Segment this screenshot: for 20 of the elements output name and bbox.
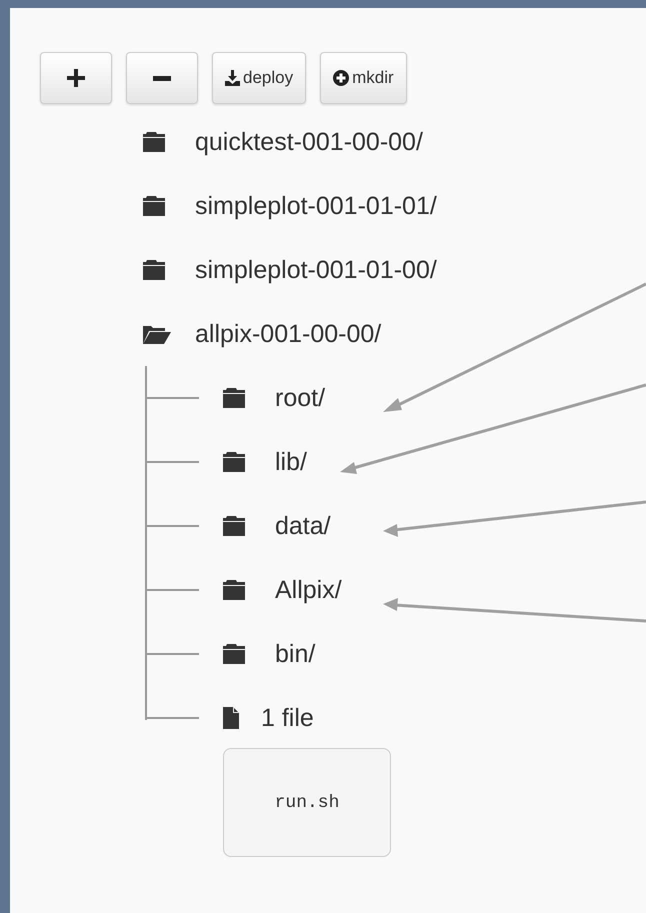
remove-button[interactable] — [126, 52, 198, 104]
add-button[interactable] — [40, 52, 112, 104]
plus-circle-icon — [333, 70, 350, 86]
toolbar-button[interactable]: deploy — [212, 52, 306, 104]
folder-name[interactable]: bin/ — [275, 640, 316, 668]
plus-icon — [67, 69, 85, 87]
minus-icon — [153, 76, 171, 80]
folder-name[interactable]: data/ — [275, 512, 331, 540]
toolbar-button[interactable]: mkdir — [320, 52, 407, 104]
folder-name[interactable]: root/ — [275, 384, 326, 412]
download-icon — [225, 70, 240, 86]
folder-name[interactable]: lib/ — [275, 448, 307, 476]
file-icon — [223, 707, 239, 729]
folder-name[interactable]: simpleplot-001-01-00/ — [195, 256, 437, 284]
folder-name[interactable]: simpleplot-001-01-01/ — [195, 192, 437, 220]
folder-name[interactable]: allpix-001-00-00/ — [195, 320, 382, 348]
file-tile[interactable]: run.sh — [223, 748, 391, 857]
folder-name[interactable]: quicktest-001-00-00/ — [195, 128, 423, 156]
file-count[interactable]: 1 file — [261, 704, 314, 732]
folder-name[interactable]: Allpix/ — [275, 576, 342, 604]
